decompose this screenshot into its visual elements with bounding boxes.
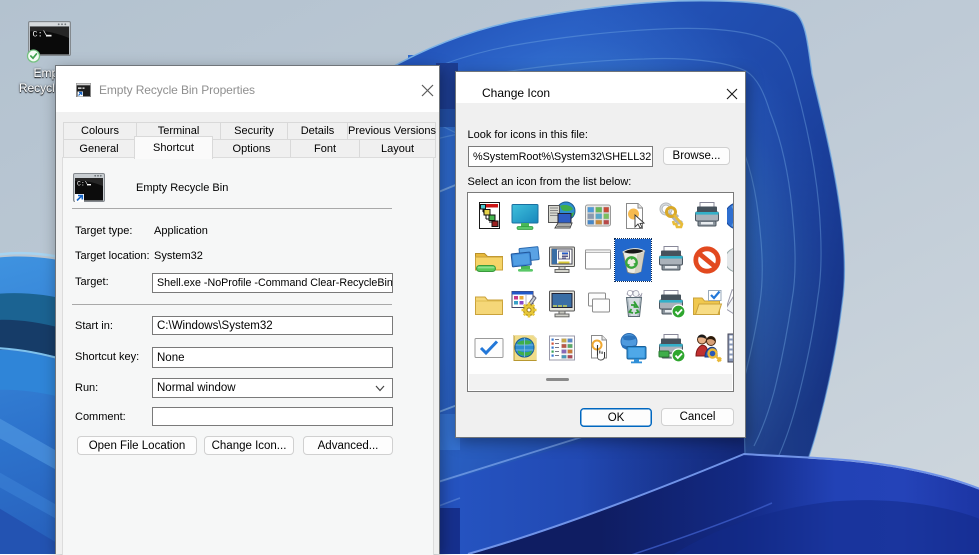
svg-text:C:\: C:\ [33, 30, 48, 40]
